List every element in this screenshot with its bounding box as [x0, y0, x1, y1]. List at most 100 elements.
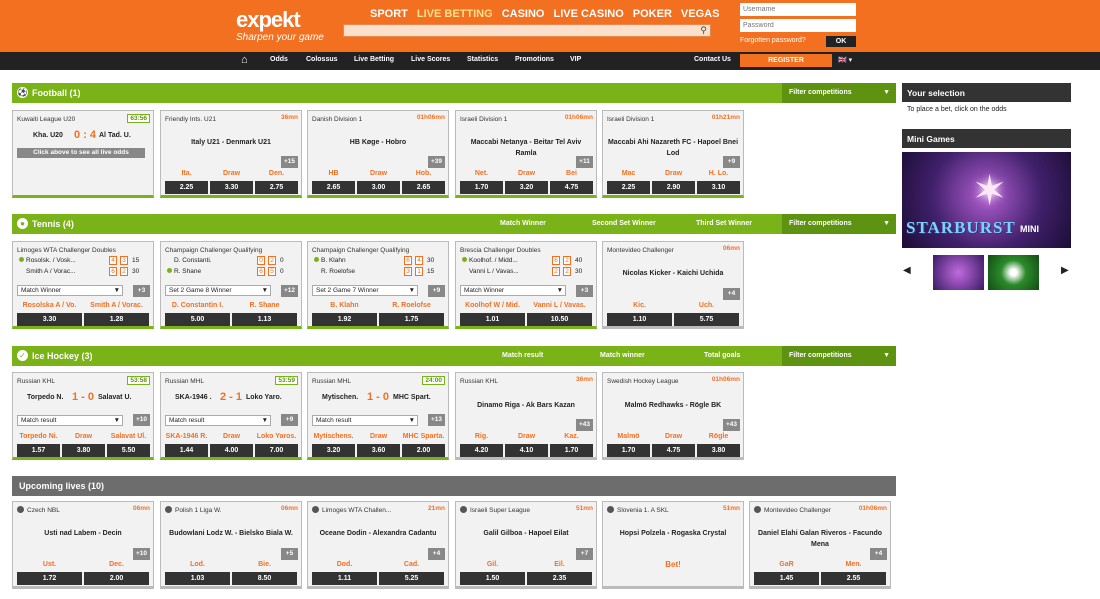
event-card[interactable]: Russian MHL 53:59 SKA-1946 . 2 - 1 Loko … [160, 372, 302, 460]
odds-button[interactable]: 1.70 [607, 444, 650, 457]
odds-button[interactable]: 2.65 [312, 181, 355, 194]
event-card[interactable]: Israeli Division 1 01h21mn Maccabi Ahi N… [602, 110, 744, 198]
subnav-colossus[interactable]: Colossus [306, 56, 338, 63]
odds-button[interactable]: 7.00 [255, 444, 298, 457]
odds-button[interactable]: 4.75 [652, 444, 695, 457]
event-card[interactable]: Brescia Challenger Doubles Koolhof. / Mi… [455, 241, 597, 329]
market-select[interactable]: Match Winner ▼ [460, 285, 566, 296]
game-thumbnail-starburst[interactable] [933, 255, 984, 290]
more-markets-button[interactable]: +10 [133, 548, 150, 560]
subnav-promotions[interactable]: Promotions [515, 56, 554, 63]
odds-button[interactable]: 2.65 [402, 181, 445, 194]
odds-button[interactable]: 8.50 [232, 572, 297, 585]
contact-us-link[interactable]: Contact Us [694, 56, 731, 63]
more-markets-button[interactable]: +4 [428, 548, 445, 560]
event-card[interactable]: Russian MHL 24:00 Mytischen. 1 - 0 MHC S… [307, 372, 449, 460]
logo[interactable]: expekt [236, 7, 301, 33]
odds-button[interactable]: 1.11 [312, 572, 377, 585]
odds-button[interactable]: 1.13 [232, 313, 297, 326]
subnav-statistics[interactable]: Statistics [467, 56, 498, 63]
register-button[interactable]: REGISTER [740, 54, 832, 67]
username-field[interactable] [740, 3, 856, 16]
odds-button[interactable]: 2.90 [652, 181, 695, 194]
odds-button[interactable]: 10.50 [527, 313, 592, 326]
more-markets-button[interactable]: +39 [428, 156, 445, 168]
nav-vegas[interactable]: VEGAS [681, 8, 720, 20]
filter-competitions-dropdown[interactable]: Filter competitions ▼ [782, 346, 896, 366]
event-card[interactable]: Kuwaiti League U20 63:56 Kha. U20 0 : 4 … [12, 110, 154, 198]
more-markets-button[interactable]: +11 [576, 156, 593, 168]
odds-button[interactable]: 1.10 [607, 313, 672, 326]
odds-button[interactable]: 2.55 [821, 572, 886, 585]
more-markets-button[interactable]: +4 [870, 548, 887, 560]
odds-button[interactable]: 3.60 [357, 444, 400, 457]
odds-button[interactable]: 4.00 [210, 444, 253, 457]
odds-button[interactable]: 1.75 [379, 313, 444, 326]
mini-game-banner[interactable]: ✶ STARBURST MINI [902, 152, 1071, 248]
more-markets-button[interactable]: +9 [281, 414, 298, 426]
filter-competitions-dropdown[interactable]: Filter competitions ▼ [782, 83, 896, 103]
filter-competitions-dropdown[interactable]: Filter competitions ▼ [782, 214, 896, 234]
nav-live-betting[interactable]: LIVE BETTING [417, 8, 493, 20]
subnav-live-scores[interactable]: Live Scores [411, 56, 450, 63]
market-select[interactable]: Match result ▼ [165, 415, 271, 426]
event-card[interactable]: Montevideo Challenger 01h06mn Daniel Ela… [749, 501, 891, 589]
more-markets-button[interactable]: +15 [281, 156, 298, 168]
odds-button[interactable]: 4.20 [460, 444, 503, 457]
event-card[interactable]: Polish 1 Liga W. 06mn Budowlani Lodz W. … [160, 501, 302, 589]
subnav-live-betting[interactable]: Live Betting [354, 56, 394, 63]
odds-button[interactable]: 1.01 [460, 313, 525, 326]
odds-button[interactable]: 5.00 [165, 313, 230, 326]
football-section-header[interactable]: ⚽ Football (1) Filter competitions ▼ [12, 83, 896, 103]
market-select[interactable]: Match result ▼ [17, 415, 123, 426]
more-markets-button[interactable]: +43 [576, 419, 593, 431]
event-card[interactable]: Champaign Challenger Qualifying D. Const… [160, 241, 302, 329]
event-card[interactable]: Montevideo Challenger 06mn Nicolas Kicke… [602, 241, 744, 329]
odds-button[interactable]: 3.20 [505, 181, 548, 194]
more-markets-button[interactable]: +4 [723, 288, 740, 300]
search-input[interactable]: ⚲ [343, 24, 711, 37]
event-card[interactable]: Limoges WTA Challen... 21mn Oceane Dodin… [307, 501, 449, 589]
odds-button[interactable]: 2.00 [402, 444, 445, 457]
odds-button[interactable]: 2.25 [607, 181, 650, 194]
subnav-odds[interactable]: Odds [270, 56, 288, 63]
odds-button[interactable]: 1.72 [17, 572, 82, 585]
odds-button[interactable]: 3.00 [357, 181, 400, 194]
more-markets-button[interactable]: +13 [428, 414, 445, 426]
more-markets-button[interactable]: +7 [576, 548, 593, 560]
event-card[interactable]: Swedish Hockey League 01h06mn Malmö Redh… [602, 372, 744, 460]
more-markets-button[interactable]: +12 [281, 285, 298, 297]
market-select[interactable]: Set 2 Game 7 Winner ▼ [312, 285, 418, 296]
search-icon[interactable]: ⚲ [700, 25, 707, 36]
home-icon[interactable]: ⌂ [241, 54, 248, 66]
nav-sport[interactable]: SPORT [370, 8, 408, 20]
odds-button[interactable]: 3.10 [697, 181, 740, 194]
odds-button[interactable]: 3.30 [210, 181, 253, 194]
odds-button[interactable]: 2.00 [84, 572, 149, 585]
odds-button[interactable]: 1.70 [550, 444, 593, 457]
event-card[interactable]: Russian KHL 53:58 Torpedo N. 1 - 0 Salav… [12, 372, 154, 460]
odds-button[interactable]: 5.25 [379, 572, 444, 585]
odds-button[interactable]: 3.20 [312, 444, 355, 457]
more-markets-button[interactable]: +9 [723, 156, 740, 168]
ok-button[interactable]: OK [826, 36, 856, 47]
password-field[interactable] [740, 19, 856, 32]
odds-button[interactable]: 1.44 [165, 444, 208, 457]
carousel-next-icon[interactable]: ▶ [1061, 265, 1069, 276]
more-markets-button[interactable]: +3 [133, 285, 150, 297]
odds-button[interactable]: 2.75 [255, 181, 298, 194]
ice-hockey-section-header[interactable]: ✓ Ice Hockey (3) Match result Match winn… [12, 346, 896, 366]
nav-poker[interactable]: POKER [633, 8, 672, 20]
odds-button[interactable]: 4.10 [505, 444, 548, 457]
event-card[interactable]: Limoges WTA Challenger Doubles Rosolsk. … [12, 241, 154, 329]
more-markets-button[interactable]: +10 [133, 414, 150, 426]
upcoming-lives-header[interactable]: Upcoming lives (10) [12, 476, 896, 496]
more-markets-button[interactable]: +9 [428, 285, 445, 297]
event-card[interactable]: Israeli Division 1 01h06mn Maccabi Netan… [455, 110, 597, 198]
odds-button[interactable]: 5.75 [674, 313, 739, 326]
market-select[interactable]: Set 2 Game 8 Winner ▼ [165, 285, 271, 296]
event-card[interactable]: Czech NBL 06mn Usti nad Labem - Decin +1… [12, 501, 154, 589]
odds-button[interactable]: 1.28 [84, 313, 149, 326]
odds-button[interactable]: 5.50 [107, 444, 150, 457]
odds-button[interactable]: 1.50 [460, 572, 525, 585]
